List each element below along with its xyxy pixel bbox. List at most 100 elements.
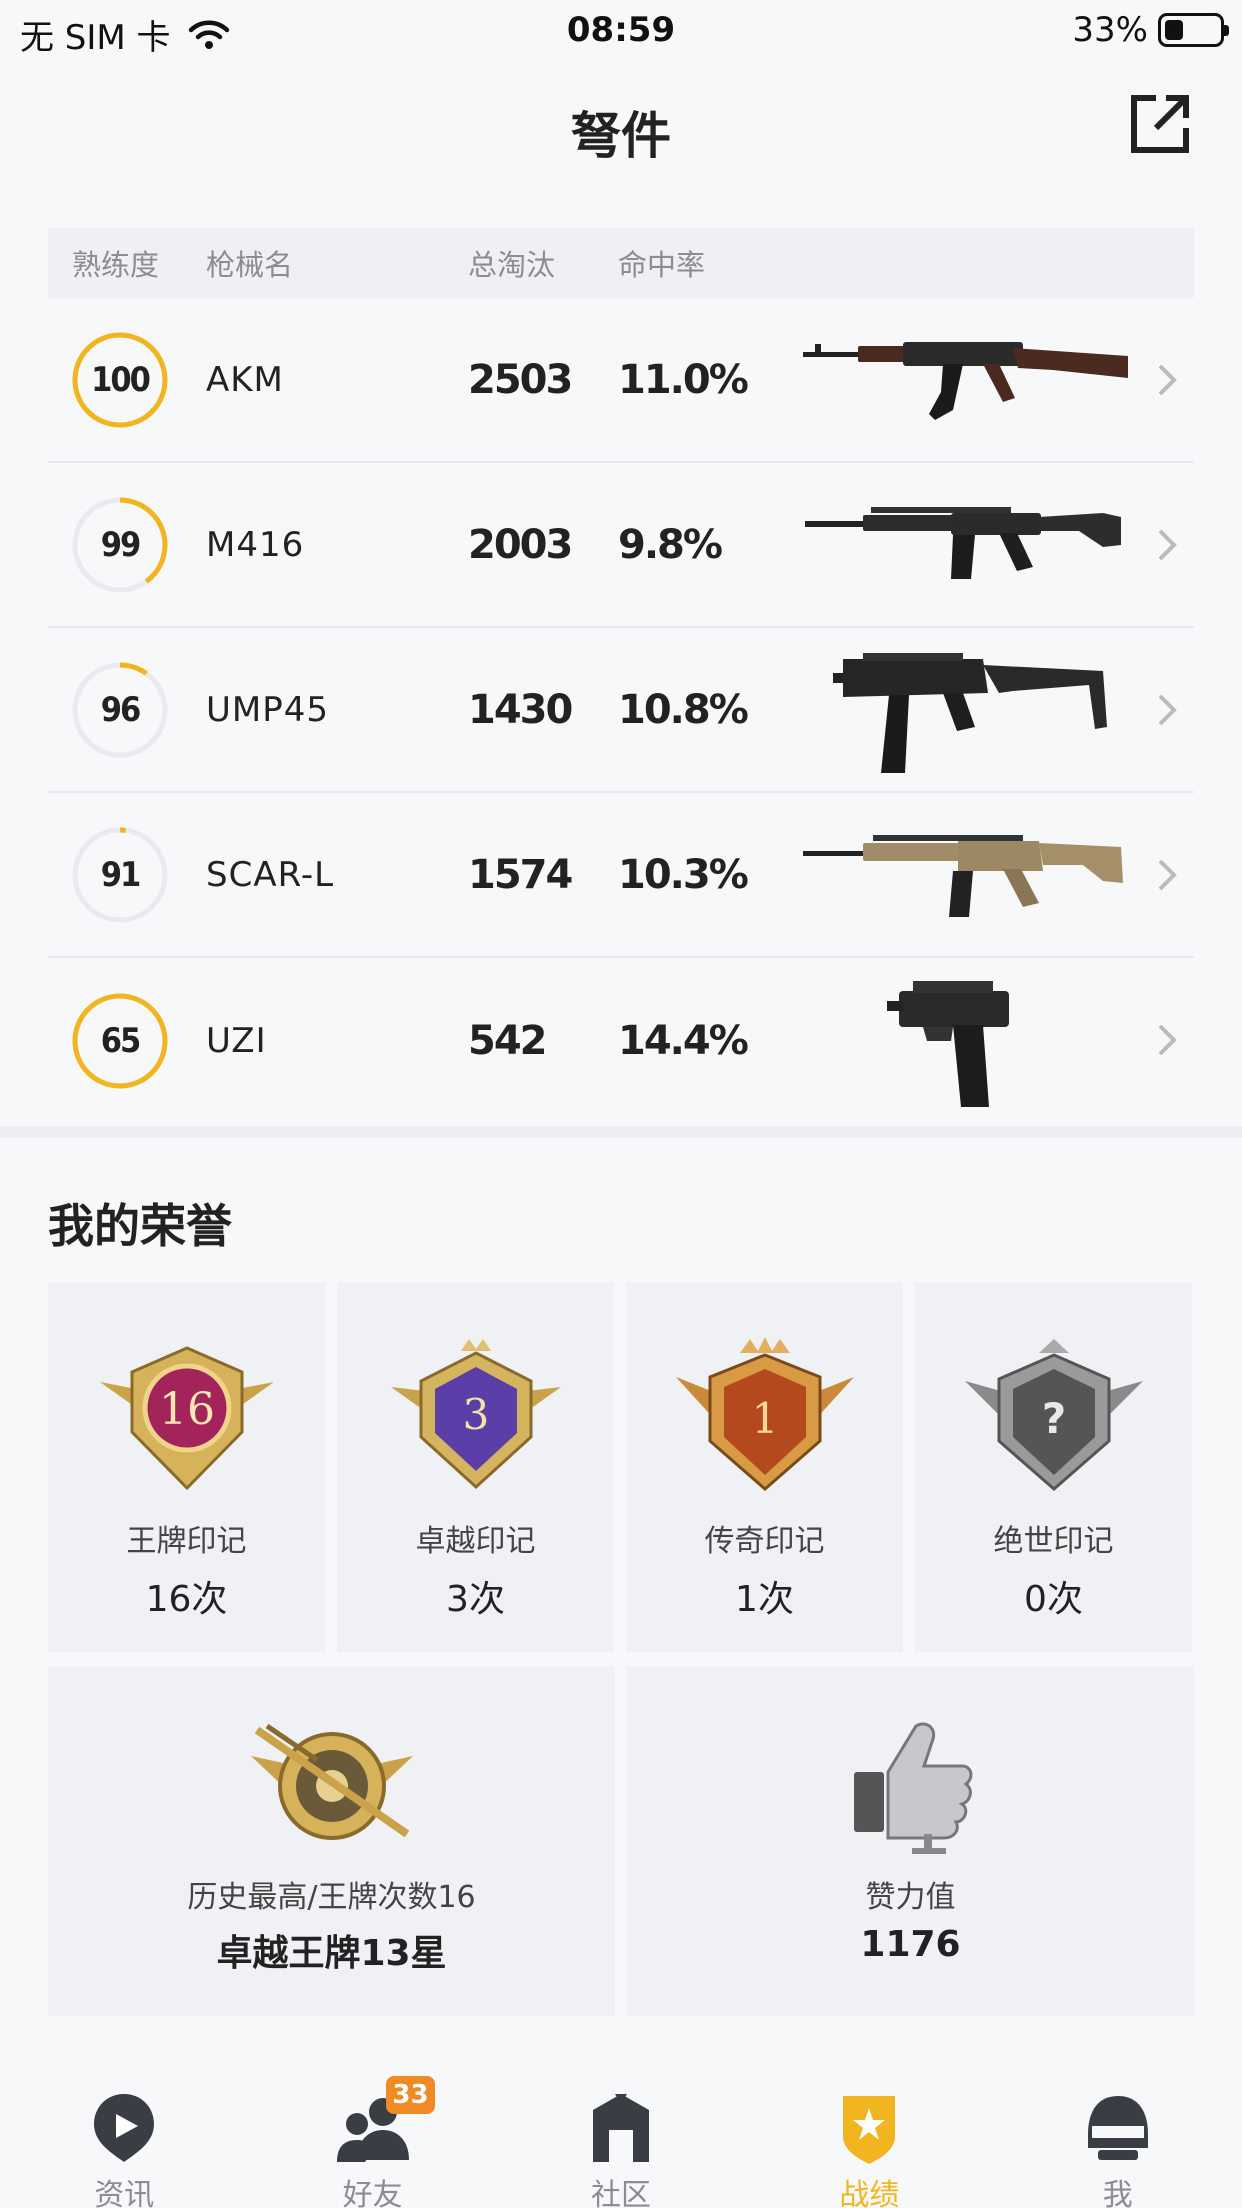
friends-badge: 33 (386, 2076, 435, 2114)
weapon-kills: 1430 (468, 686, 573, 733)
proficiency-ring: 99 (70, 495, 170, 595)
honor-label: 王牌印记 (126, 1524, 247, 1559)
proficiency-value: 91 (100, 854, 142, 895)
weapon-name: UMP45 (206, 689, 329, 730)
honor-grid: 16 王牌印记 16次 3 卓越印记 3次 1 传奇印记 1次 ? 绝世印记 0… (48, 1282, 1194, 2016)
m416-rifle-image (788, 480, 1148, 610)
weapon-kills: 2503 (468, 356, 573, 403)
chevron-right-icon (1158, 1024, 1177, 1056)
honor-section-title: 我的荣誉 (48, 1199, 232, 1253)
weapon-row-uzi[interactable]: 65 UZI 542 14.4% (48, 958, 1194, 1123)
status-bar: 无 SIM 卡 08:59 33% (0, 0, 1242, 62)
legend-mark-badge-icon: 1 (675, 1337, 854, 1491)
chevron-right-icon (1158, 364, 1177, 396)
chevron-right-icon (1158, 694, 1177, 726)
weapon-kills: 2003 (468, 521, 573, 568)
excellence-badge-number: 3 (462, 1390, 489, 1439)
honor-value: 16次 (145, 1579, 228, 1620)
proficiency-value: 65 (100, 1020, 142, 1061)
weapon-name: M416 (206, 524, 305, 565)
weapon-kills: 1574 (468, 851, 573, 898)
proficiency-ring: 65 (70, 991, 170, 1091)
proficiency-value: 99 (100, 524, 142, 565)
tab-community[interactable]: 社区 (497, 2058, 745, 2208)
weapon-row-m416[interactable]: 99 M416 2003 9.8% (48, 463, 1194, 628)
weapon-accuracy: 10.8% (618, 686, 749, 733)
weapon-accuracy: 14.4% (618, 1017, 749, 1064)
tab-label: 战绩 (839, 2178, 900, 2208)
weapon-row-scar-l[interactable]: 91 SCAR-L 1574 10.3% (48, 793, 1194, 958)
weapon-name: SCAR-L (206, 854, 335, 895)
tab-label: 资讯 (94, 2178, 155, 2208)
legend-badge-number: 1 (751, 1394, 778, 1443)
history-label: 历史最高/王牌次数16 (187, 1880, 476, 1915)
weapon-accuracy: 10.3% (618, 851, 749, 898)
honor-value: 1次 (735, 1579, 794, 1620)
weapon-kills: 542 (468, 1017, 548, 1064)
honor-label: 传奇印记 (704, 1524, 825, 1559)
ump45-smg-image (788, 645, 1148, 775)
proficiency-value: 100 (91, 359, 151, 400)
chevron-right-icon (1158, 529, 1177, 561)
record-icon (843, 2096, 896, 2164)
status-time: 08:59 (566, 10, 676, 50)
weapon-row-ump45[interactable]: 96 UMP45 1430 10.8% (48, 628, 1194, 793)
chevron-right-icon (1158, 859, 1177, 891)
uzi-smg-image (788, 976, 1148, 1107)
honor-label: 绝世印记 (993, 1524, 1114, 1559)
honor-value: 0次 (1024, 1579, 1083, 1620)
likes-value: 1176 (860, 1924, 961, 1965)
ace-mark-badge-icon: 16 (99, 1346, 274, 1491)
weapon-accuracy: 9.8% (618, 521, 723, 568)
honor-card-ace[interactable]: 16 王牌印记 16次 (48, 1282, 325, 1652)
likes-label: 赞力值 (865, 1880, 956, 1915)
proficiency-ring: 91 (70, 825, 170, 925)
tab-label: 我 (1102, 2178, 1133, 2208)
akm-rifle-image (788, 315, 1148, 445)
tab-me[interactable]: 我 (994, 2058, 1242, 2208)
tab-record[interactable]: 战绩 (745, 2058, 993, 2208)
honor-value: 3次 (446, 1579, 505, 1620)
peerless-badge-symbol: ? (1041, 1394, 1065, 1443)
tab-news[interactable]: 资讯 (0, 2058, 248, 2208)
honor-card-peerless[interactable]: ? 绝世印记 0次 (915, 1282, 1192, 1652)
battery-percent: 33% (1072, 10, 1148, 50)
proficiency-ring: 96 (70, 660, 170, 760)
status-right: 33% (1072, 10, 1229, 50)
tab-label: 好友 (342, 2178, 403, 2208)
weapon-name: UZI (206, 1020, 267, 1061)
thumbs-up-icon (853, 1722, 972, 1854)
bottom-tabbar: 资讯 33 好友 社区 战绩 我 (0, 2058, 1242, 2208)
proficiency-ring: 100 (70, 330, 170, 430)
community-icon (592, 2094, 649, 2162)
weapon-row-akm[interactable]: 100 AKM 2503 11.0% (48, 298, 1194, 463)
header-kills: 总淘汰 (468, 248, 556, 282)
excellence-mark-badge-icon: 3 (390, 1339, 561, 1490)
peerless-mark-badge-icon: ? (964, 1339, 1143, 1491)
honor-card-excellence[interactable]: 3 卓越印记 3次 (337, 1282, 614, 1652)
helmet-icon (1087, 2096, 1148, 2160)
proficiency-value: 96 (100, 689, 142, 730)
ace-rifle-emblem-icon (250, 1723, 413, 1840)
section-divider (0, 1126, 1242, 1138)
honor-label: 卓越印记 (415, 1524, 536, 1559)
honor-card-likes[interactable]: 赞力值 1176 (627, 1666, 1194, 2016)
header: 弩件 (0, 62, 1242, 192)
weapon-name: AKM (206, 359, 284, 400)
battery-icon (1158, 13, 1229, 47)
news-icon (94, 2094, 155, 2162)
header-proficiency: 熟练度 (72, 248, 160, 282)
scar-l-rifle-image (788, 810, 1148, 940)
header-name: 枪械名 (206, 248, 294, 282)
table-header: 熟练度 枪械名 总淘汰 命中率 (48, 228, 1194, 298)
history-value: 卓越王牌13星 (216, 1933, 447, 1974)
tab-label: 社区 (590, 2178, 651, 2208)
weapon-accuracy: 11.0% (618, 356, 749, 403)
weapon-table: 熟练度 枪械名 总淘汰 命中率 100 AKM 2503 11.0% 99 M4… (48, 228, 1194, 1123)
tab-friends[interactable]: 33 好友 (248, 2058, 496, 2208)
honor-card-history[interactable]: 历史最高/王牌次数16 卓越王牌13星 (48, 1666, 615, 2016)
page-title: 弩件 (571, 107, 671, 165)
header-accuracy: 命中率 (618, 248, 706, 282)
honor-card-legend[interactable]: 1 传奇印记 1次 (626, 1282, 903, 1652)
share-icon[interactable] (1128, 92, 1192, 156)
